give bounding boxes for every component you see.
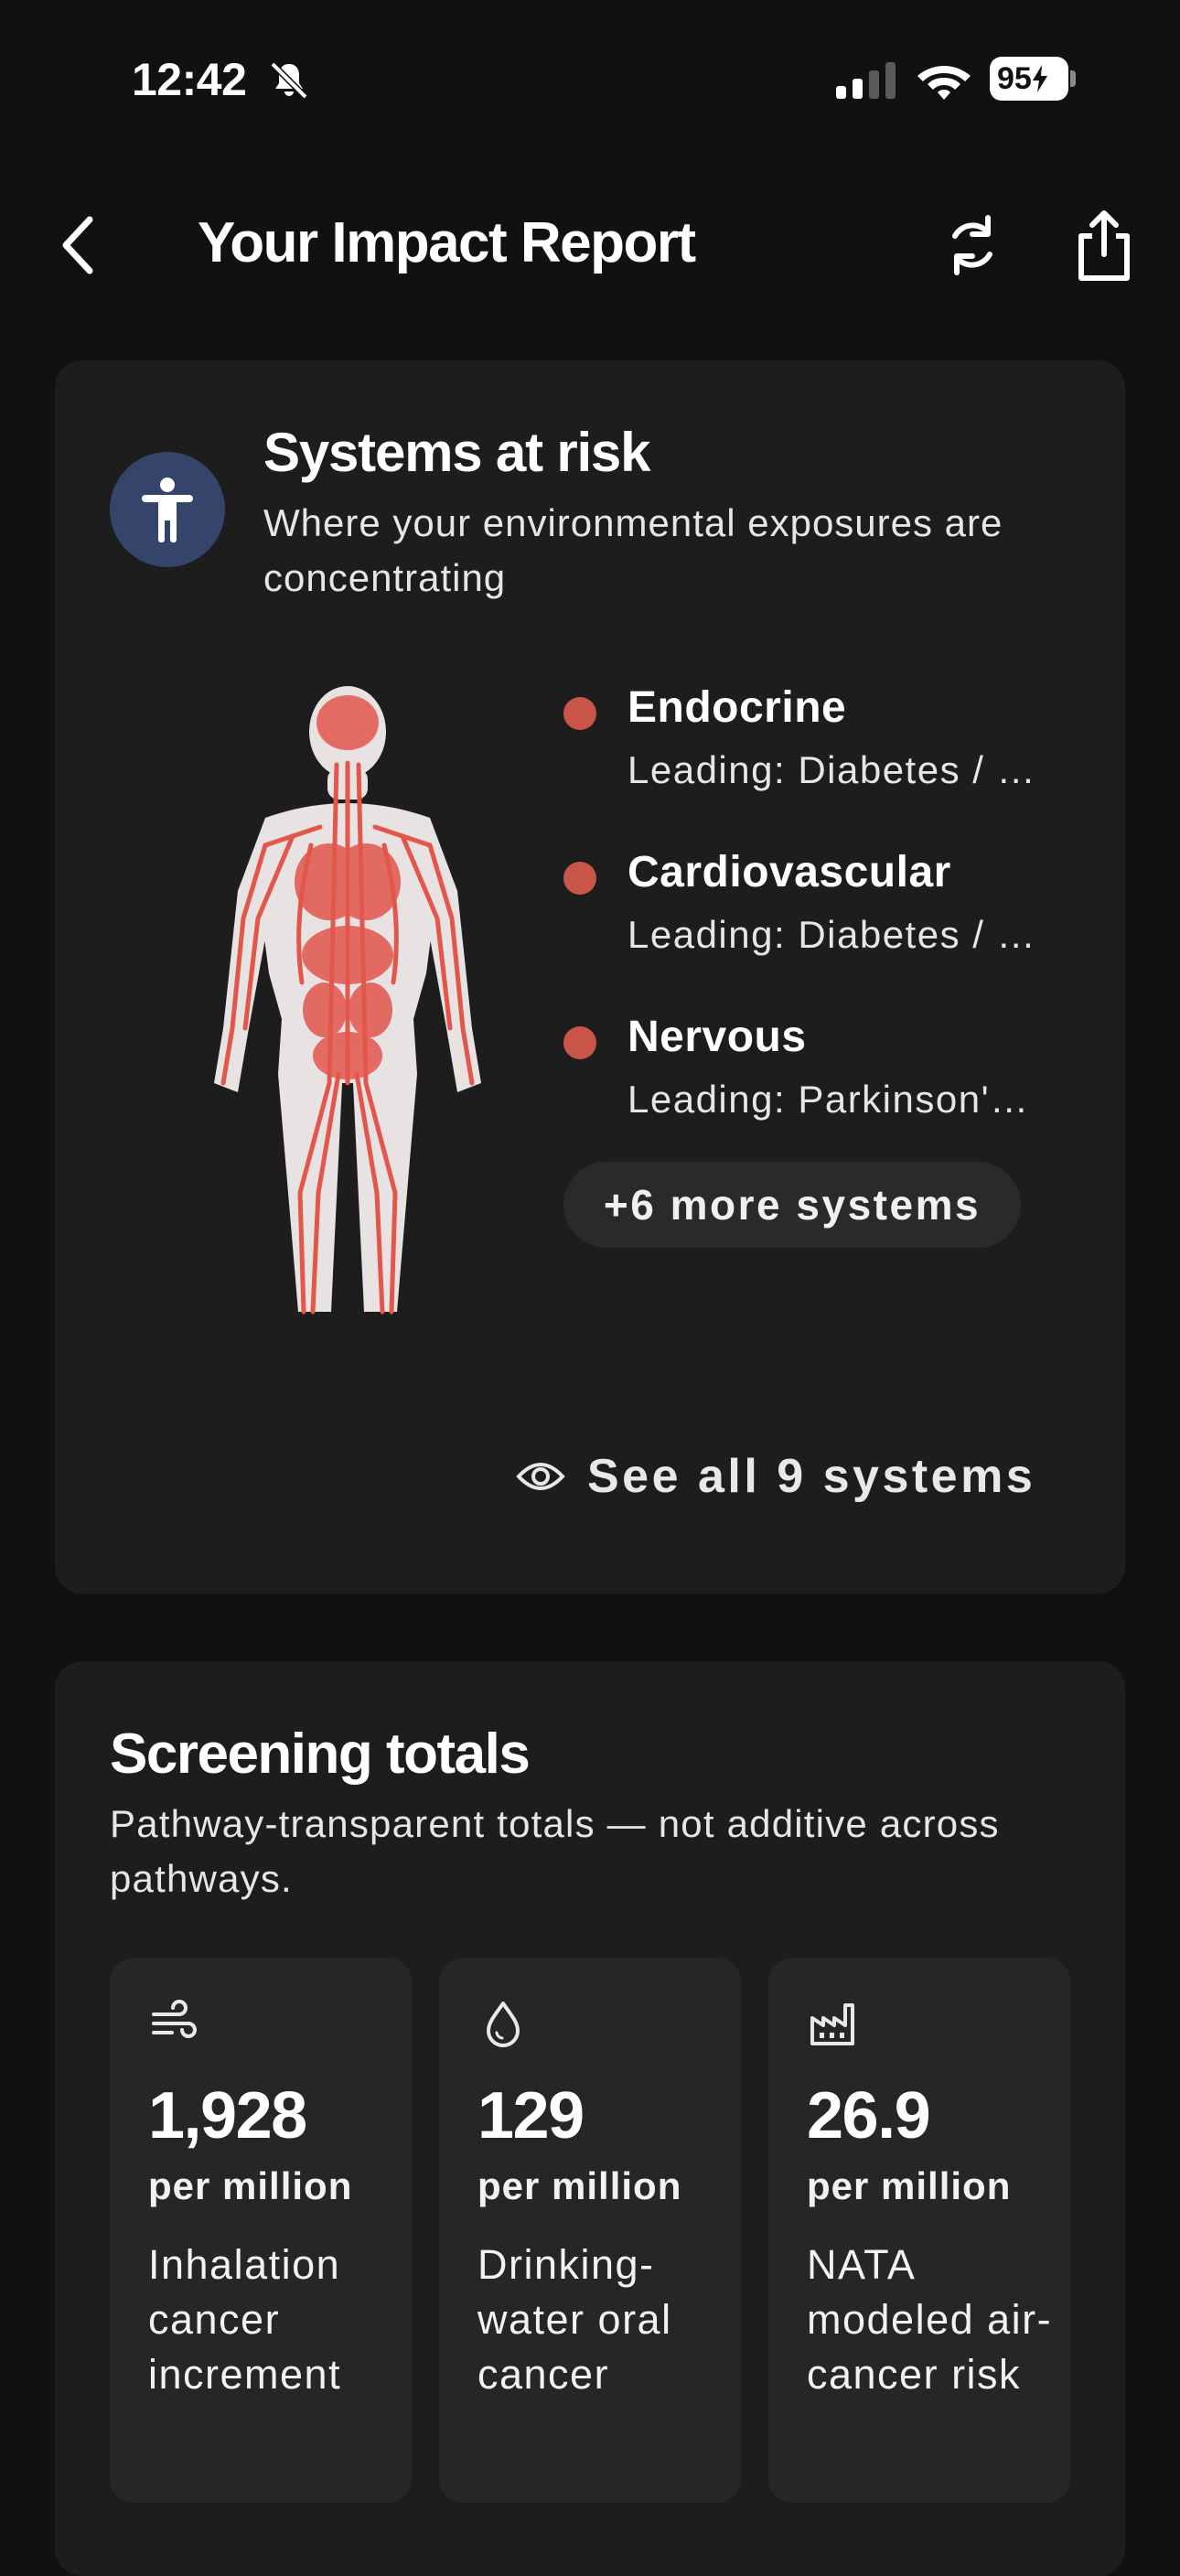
systems-at-risk-card: Systems at risk Where your environmental…	[55, 360, 1125, 1594]
risk-dot	[563, 862, 596, 895]
back-chevron-icon[interactable]	[53, 210, 104, 280]
metric-value: 129	[477, 2079, 585, 2152]
wind-icon	[152, 2000, 197, 2038]
metric-value: 1,928	[148, 2079, 307, 2152]
metric-unit: per million	[807, 2164, 1012, 2207]
metric-label: Drinking-water oral cancer	[477, 2241, 672, 2398]
system-item-nervous[interactable]: Nervous Leading: Parkinson'…	[563, 999, 1112, 1164]
metric-value: 26.9	[807, 2079, 931, 2152]
system-name: Cardiovascular	[628, 848, 951, 896]
systems-card-title: Systems at risk	[263, 422, 650, 483]
see-all-systems-label: See all 9 systems	[587, 1450, 1036, 1503]
metric-card-inhalation[interactable]: 1,928 per million Inhalation cancer incr…	[110, 1958, 412, 2503]
system-name: Endocrine	[628, 683, 847, 732]
status-time: 12:42	[132, 54, 247, 105]
water-drop-icon	[487, 2002, 520, 2047]
battery-percent: 95	[997, 60, 1032, 96]
risk-dot	[563, 1026, 596, 1059]
metric-label: Inhalation cancer increment	[148, 2241, 342, 2398]
factory-icon	[810, 2003, 854, 2045]
metric-card-nata[interactable]: 26.9 per million NATA modeled air-cancer…	[768, 1958, 1070, 2503]
bell-muted-icon	[270, 61, 308, 100]
system-item-cardiovascular[interactable]: Cardiovascular Leading: Diabetes / …	[563, 834, 1112, 999]
cellular-signal-icon	[836, 62, 896, 99]
battery-level: 95	[990, 57, 1068, 101]
metric-label: NATA modeled air-cancer risk	[807, 2241, 1053, 2398]
battery-indicator: 95	[990, 57, 1078, 102]
totals-card-subtitle: Pathway-transparent totals — not additiv…	[110, 1802, 1000, 1900]
systems-card-subtitle: Where your environmental exposures are c…	[263, 501, 1003, 599]
risk-dot	[563, 697, 596, 730]
share-icon[interactable]	[1072, 209, 1136, 282]
system-item-endocrine[interactable]: Endocrine Leading: Diabetes / …	[563, 670, 1112, 834]
person-figure-icon	[142, 478, 193, 542]
system-leading-condition: Leading: Diabetes / …	[628, 748, 1037, 791]
refresh-icon[interactable]	[942, 212, 1003, 278]
see-all-systems-button[interactable]: See all 9 systems	[516, 1440, 1035, 1513]
accessibility-figure-icon	[110, 452, 225, 567]
eye-icon	[516, 1463, 565, 1490]
system-leading-condition: Leading: Diabetes / …	[628, 913, 1037, 956]
screening-totals-card: Screening totals Pathway-transparent tot…	[55, 1661, 1125, 2576]
more-systems-button[interactable]: +6 more systems	[563, 1162, 1021, 1248]
status-bar: 12:42 95	[0, 0, 1180, 156]
charging-bolt-icon	[1032, 65, 1047, 92]
totals-card-title: Screening totals	[110, 1723, 531, 1786]
system-name: Nervous	[628, 1013, 807, 1061]
metric-row: 1,928 per million Inhalation cancer incr…	[110, 1958, 1070, 2503]
page-title: Your Impact Report	[198, 211, 696, 274]
metric-unit: per million	[477, 2164, 682, 2207]
system-list: Endocrine Leading: Diabetes / … Cardiova…	[563, 670, 1112, 1164]
human-body-circulatory-illustration	[214, 686, 481, 1315]
metric-card-drinking-water[interactable]: 129 per million Drinking-water oral canc…	[439, 1958, 741, 2503]
wifi-icon	[917, 66, 971, 100]
metric-unit: per million	[148, 2164, 353, 2207]
system-leading-condition: Leading: Parkinson'…	[628, 1078, 1030, 1121]
battery-nub	[1070, 70, 1076, 87]
